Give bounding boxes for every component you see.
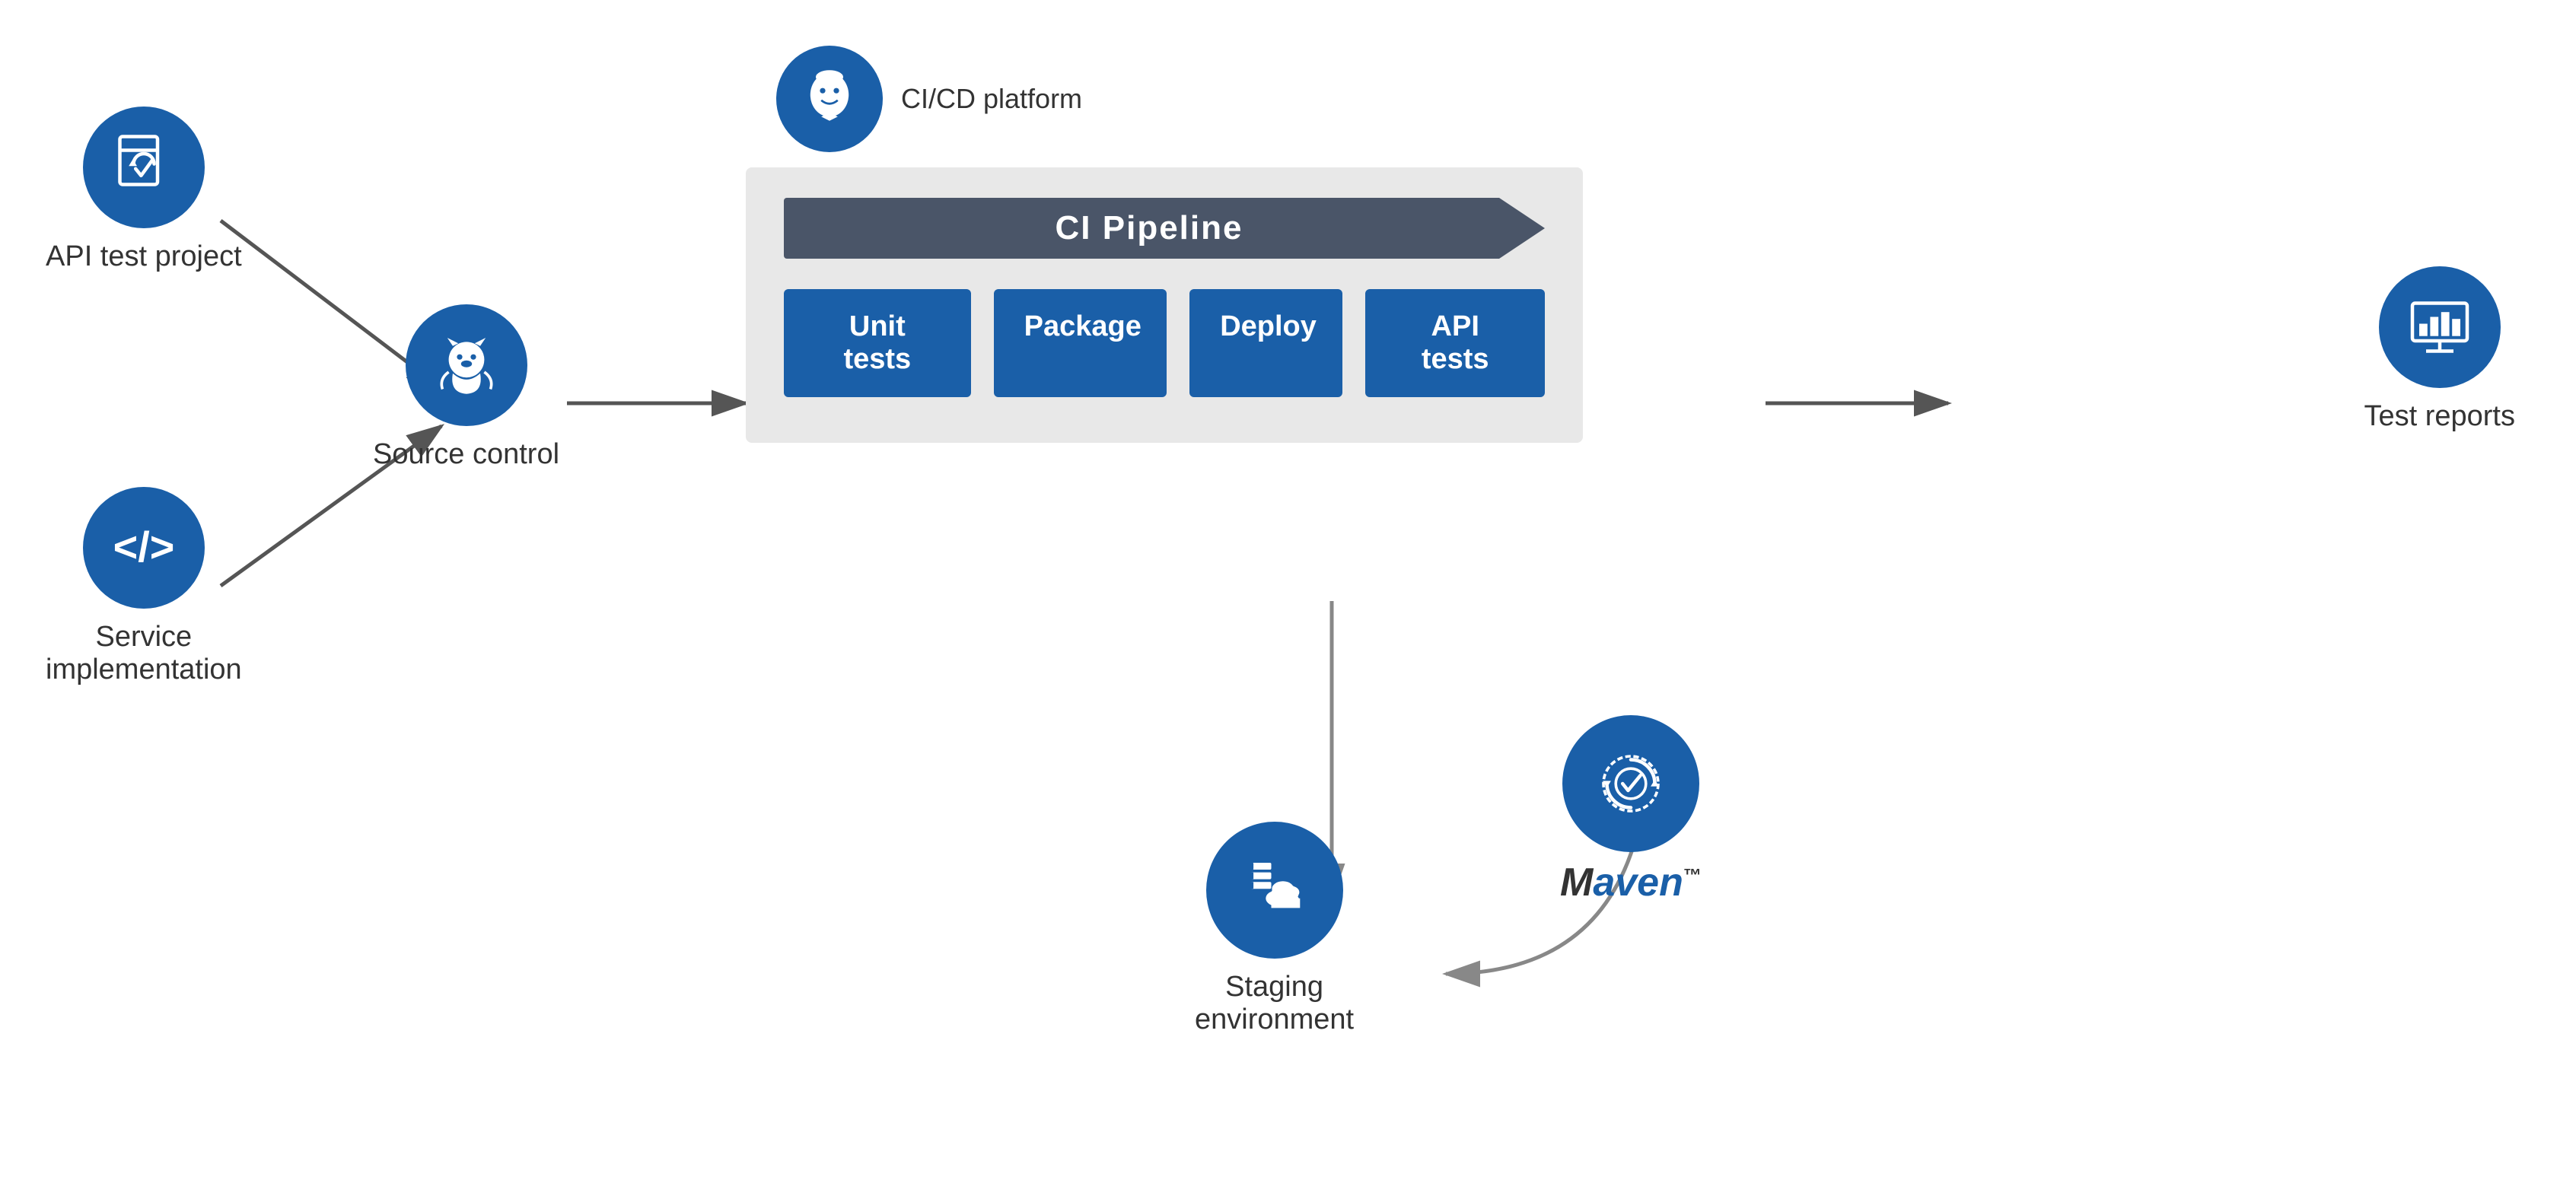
maven-label: Maven™ (1560, 860, 1702, 905)
ci-pipeline-box: CI Pipeline Unit tests Package Deploy AP… (746, 167, 1766, 443)
pipeline-arrow-text: CI Pipeline (1056, 209, 1243, 247)
maven-icon (1562, 715, 1699, 852)
pipeline-stages: Unit tests Package Deploy API tests (784, 289, 1545, 397)
service-implementation-label: Serviceimplementation (46, 621, 242, 686)
test-reports-group: Test reports (2364, 266, 2515, 433)
source-control-label: Source control (373, 438, 559, 471)
source-control-group: Source control (373, 304, 559, 471)
stage-deploy: Deploy (1189, 289, 1342, 397)
staging-environment-label: Stagingenvironment (1195, 971, 1354, 1036)
stage-api-tests: API tests (1365, 289, 1545, 397)
diagram-container: API test project </> Serviceimplementati… (0, 0, 2576, 1196)
svg-text:</>: </> (113, 523, 175, 571)
ci-platform-group: CI/CD platform (776, 46, 1082, 152)
api-test-project-icon (83, 107, 205, 228)
source-control-icon (406, 304, 527, 426)
service-implementation-group: </> Serviceimplementation (46, 487, 242, 686)
jenkins-icon (776, 46, 883, 152)
pipeline-arrow: CI Pipeline (784, 198, 1545, 259)
pipeline-box-inner: CI Pipeline Unit tests Package Deploy AP… (746, 167, 1583, 443)
api-test-project-group: API test project (46, 107, 242, 273)
maven-group: Maven™ (1560, 715, 1702, 905)
stage-package: Package (994, 289, 1167, 397)
test-reports-icon (2379, 266, 2501, 388)
stage-unit-tests: Unit tests (784, 289, 971, 397)
test-reports-label: Test reports (2364, 400, 2515, 433)
staging-environment-group: Stagingenvironment (1195, 822, 1354, 1036)
pipeline-arrow-wrapper: CI Pipeline (784, 198, 1545, 259)
api-test-project-label: API test project (46, 240, 242, 273)
staging-environment-icon (1206, 822, 1343, 959)
service-implementation-icon: </> (83, 487, 205, 609)
ci-platform-label: CI/CD platform (901, 83, 1082, 115)
